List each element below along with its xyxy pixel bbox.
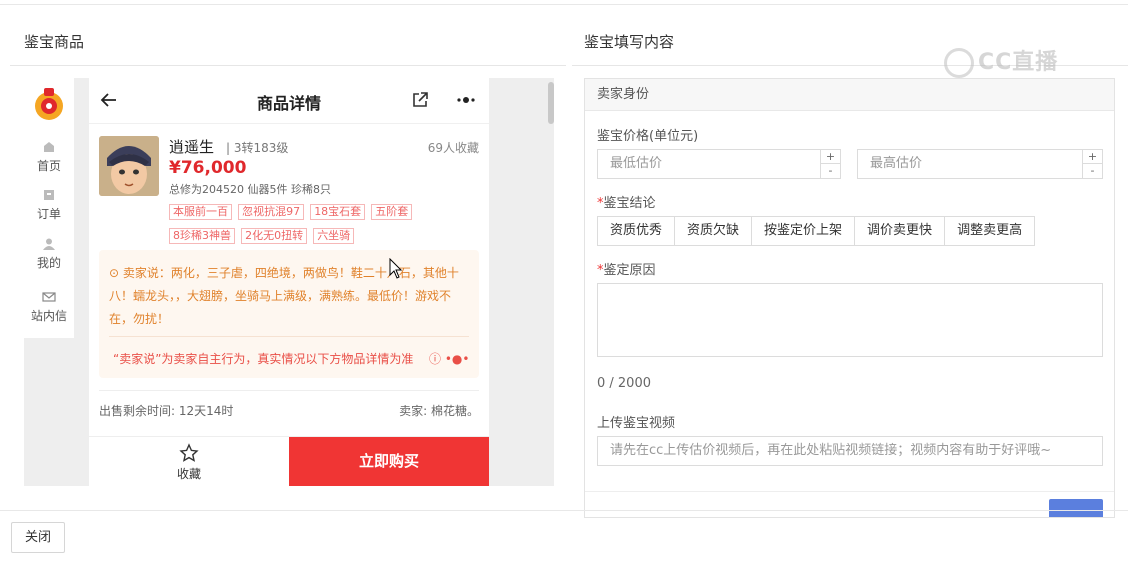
app-logo-icon	[35, 88, 63, 120]
clock-icon: ⊙	[109, 266, 123, 280]
conclusion-option[interactable]: 资质欠缺	[675, 217, 753, 245]
nav-item-messages[interactable]: 站内信	[24, 290, 74, 324]
reason-textarea[interactable]	[597, 283, 1103, 357]
min-price-placeholder: 最低估价	[610, 156, 663, 171]
info-divider	[99, 390, 479, 391]
price: ¥76,000	[169, 158, 247, 178]
nav-label-orders: 订单	[36, 207, 61, 221]
min-price-input[interactable]: 最低估价 + -	[597, 149, 841, 179]
nav-label-home: 首页	[36, 159, 61, 173]
video-link-input[interactable]: 请先在cc上传估价视频后，再在此处粘贴视频链接；视频内容有助于好评哦~	[597, 436, 1103, 466]
product-preview[interactable]: 首页 订单 我的 站内信 商品详情 逍遥生 | 3转183级 69人收藏 ¥76…	[24, 78, 554, 486]
form-section-head: 卖家身份	[585, 79, 1114, 111]
top-divider	[0, 4, 1128, 5]
conclusion-selector[interactable]: 资质优秀 资质欠缺 按鉴定价上架 调价卖更快 调整卖更高	[597, 216, 1036, 246]
preview-scrollbar[interactable]	[548, 82, 554, 124]
reason-label-text: 鉴定原因	[603, 263, 656, 278]
tag: 六坐骑	[313, 228, 355, 244]
left-section-title: 鉴宝商品	[24, 33, 85, 51]
seller-says-text: ⊙ 卖家说：两化，三子虐，四绝境，两做鸟！鞋二十八石，其他十八！蠕龙头，，大翅膀…	[109, 262, 471, 331]
mail-icon	[42, 292, 56, 302]
conclusion-option[interactable]: 调价卖更快	[855, 217, 946, 245]
max-price-input[interactable]: 最高估价 + -	[857, 149, 1103, 179]
close-button[interactable]: 关闭	[11, 522, 65, 553]
video-label: 上传鉴宝视频	[597, 416, 676, 431]
stepper-plus[interactable]: +	[821, 150, 840, 164]
tag: 2化无0扭转	[241, 228, 308, 244]
stepper-plus[interactable]: +	[1083, 150, 1102, 164]
watermark-text: CC直播	[978, 50, 1059, 75]
nav-label-messages: 站内信	[30, 309, 67, 323]
app-header: 商品详情	[89, 78, 489, 124]
char-counter: 0 / 2000	[597, 376, 651, 391]
footer-divider	[0, 510, 1128, 511]
right-section-title: 鉴宝填写内容	[584, 33, 675, 51]
conclusion-label-text: 鉴宝结论	[603, 196, 656, 211]
appraisal-dialog: 鉴宝商品 鉴宝填写内容 CC直播 首页 订单 我的 站内信 商品详情 逍遥生 |…	[0, 0, 1128, 564]
nav-label-mine: 我的	[36, 256, 61, 270]
order-icon	[44, 190, 54, 200]
favorite-count: 69人收藏	[427, 141, 479, 155]
buy-now-button[interactable]: 立即购买	[289, 437, 489, 486]
collect-button[interactable]: 收藏	[89, 437, 289, 486]
home-icon	[44, 142, 54, 152]
price-label: 鉴宝价格(单位元)	[597, 129, 699, 144]
nav-item-home[interactable]: 首页	[24, 140, 74, 174]
tag: 18宝石套	[310, 204, 366, 220]
tag: 本服前一百	[169, 204, 232, 220]
product-detail-page: 商品详情 逍遥生 | 3转183级 69人收藏 ¥76,000 总修为20452…	[89, 78, 489, 486]
say-divider	[109, 336, 469, 337]
tag: 忽视抗混97	[238, 204, 305, 220]
conclusion-option[interactable]: 资质优秀	[598, 217, 676, 245]
min-price-stepper[interactable]: + -	[820, 150, 840, 178]
disclaimer-text: “卖家说”为卖家自主行为，真实情况以下方物品详情为准	[113, 352, 414, 366]
user-icon	[43, 238, 55, 250]
nav-item-mine[interactable]: 我的	[24, 237, 74, 271]
tag: 8珍稀3神兽	[169, 228, 235, 244]
reason-label: *鉴定原因	[597, 263, 656, 278]
seller-says-content: 卖家说：两化，三子虐，四绝境，两做鸟！鞋二十八石，其他十八！蠕龙头，，大翅膀，坐…	[109, 266, 459, 326]
left-divider	[10, 65, 566, 66]
character-avatar	[99, 136, 159, 196]
side-nav: 首页 订单 我的 站内信	[24, 78, 74, 338]
character-stats: 总修为204520 仙器5件 珍稀8只	[169, 183, 331, 196]
share-icon[interactable]	[411, 91, 429, 109]
max-price-stepper[interactable]: + -	[1082, 150, 1102, 178]
star-icon	[179, 443, 199, 462]
page-title: 商品详情	[256, 94, 321, 113]
tag-list: 本服前一百 忽视抗混97 18宝石套 五阶套 8珍稀3神兽 2化无0扭转 六坐骑	[169, 200, 439, 248]
conclusion-option[interactable]: 按鉴定价上架	[752, 217, 856, 245]
mouse-cursor-icon	[389, 258, 403, 279]
bottom-action-bar: 收藏 立即购买	[89, 436, 489, 486]
help-icon[interactable]: ⓘ •●•	[429, 350, 469, 367]
seller-name: 卖家: 棉花糖。	[399, 404, 479, 418]
form-footer-divider	[585, 491, 1114, 492]
tag: 五阶套	[371, 204, 413, 220]
appraisal-form: 卖家身份 鉴宝价格(单位元) 最低估价 + - 最高估价 + - *鉴宝结论 资…	[584, 78, 1115, 518]
seller-says-box: ⊙ 卖家说：两化，三子虐，四绝境，两做鸟！鞋二十八石，其他十八！蠕龙头，，大翅膀…	[99, 250, 479, 378]
character-level: | 3转183级	[226, 141, 289, 155]
level-text: 3转183级	[233, 141, 289, 155]
conclusion-option[interactable]: 调整卖更高	[945, 217, 1035, 245]
nav-item-orders[interactable]: 订单	[24, 188, 74, 222]
max-price-placeholder: 最高估价	[870, 156, 923, 171]
stepper-minus[interactable]: -	[821, 164, 840, 178]
remaining-time: 出售剩余时间: 12天14时	[99, 404, 234, 418]
more-icon[interactable]	[455, 91, 477, 109]
submit-button[interactable]	[1049, 499, 1103, 517]
collect-label: 收藏	[176, 467, 201, 481]
watermark-logo: CC直播	[944, 44, 1094, 78]
character-name: 逍遥生	[169, 138, 215, 156]
stepper-minus[interactable]: -	[1083, 164, 1102, 178]
conclusion-label: *鉴宝结论	[597, 196, 656, 211]
